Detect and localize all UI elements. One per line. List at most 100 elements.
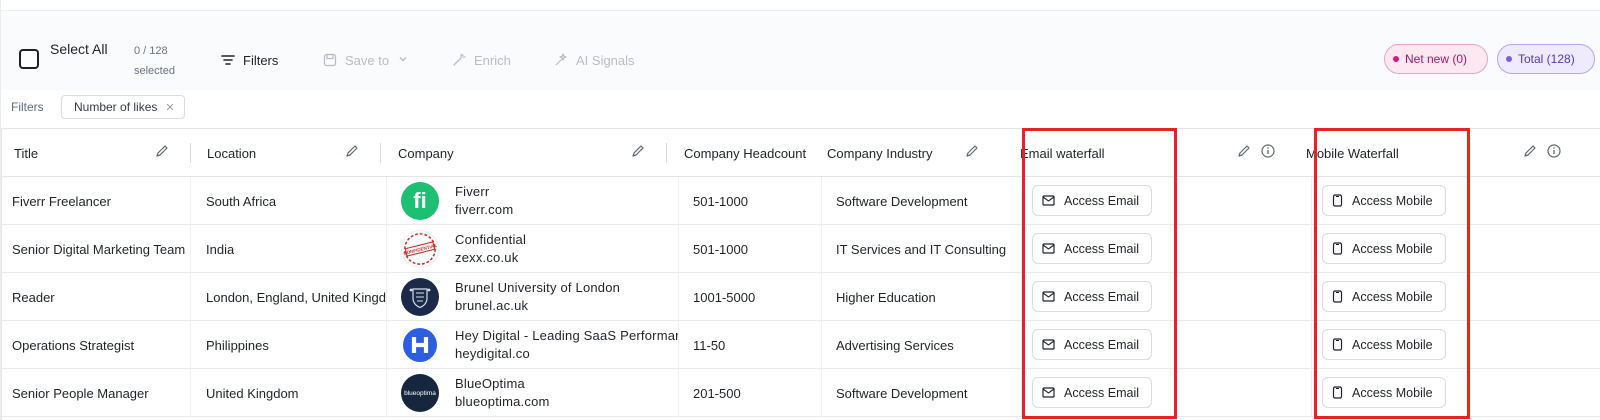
cell-location-text: India bbox=[206, 241, 235, 257]
cell-industry: IT Services and IT Consulting bbox=[822, 225, 1022, 273]
cell-headcount: 501-1000 bbox=[679, 225, 822, 273]
enrich-button[interactable]: Enrich bbox=[452, 50, 511, 70]
save-to-button[interactable]: Save to bbox=[323, 50, 411, 70]
access-mobile-label: Access Mobile bbox=[1352, 385, 1433, 400]
cell-company[interactable]: CONFIDENTIAL Confidential zexx.co.uk bbox=[387, 225, 679, 273]
select-all-checkbox[interactable] bbox=[19, 49, 39, 69]
table-row[interactable]: Senior People Manager United Kingdom blu… bbox=[2, 369, 1600, 417]
edit-mobile-column-icon[interactable] bbox=[1522, 143, 1538, 159]
close-icon[interactable]: ✕ bbox=[165, 101, 174, 114]
cell-headcount-text: 201-500 bbox=[693, 385, 741, 401]
column-header-location-label: Location bbox=[207, 145, 257, 161]
cell-company[interactable]: Brunel University of London brunel.ac.uk bbox=[387, 273, 679, 321]
phone-icon bbox=[1332, 194, 1343, 207]
table-row[interactable]: Operations Strategist Philippines Hey Di… bbox=[2, 321, 1600, 369]
column-header-title-label: Title bbox=[14, 145, 39, 161]
access-mobile-label: Access Mobile bbox=[1352, 289, 1433, 304]
access-email-label: Access Email bbox=[1064, 385, 1140, 400]
access-mobile-button[interactable]: Access Mobile bbox=[1322, 377, 1446, 408]
net-new-label: Net new (0) bbox=[1405, 52, 1468, 66]
company-name: Confidential bbox=[455, 232, 527, 247]
ai-signals-button[interactable]: AI Signals bbox=[554, 50, 635, 70]
access-email-button[interactable]: Access Email bbox=[1032, 329, 1153, 360]
edit-title-column-icon[interactable] bbox=[154, 143, 170, 159]
cell-title-text: Senior People Manager bbox=[12, 385, 149, 401]
filter-chip-label: Number of likes bbox=[74, 100, 158, 114]
total-pill[interactable]: Total (128) bbox=[1497, 44, 1595, 74]
column-divider[interactable] bbox=[190, 143, 191, 163]
brunel-logo bbox=[401, 278, 439, 316]
column-header-email-waterfall[interactable]: Email waterfall bbox=[1008, 129, 1208, 177]
access-mobile-button[interactable]: Access Mobile bbox=[1322, 329, 1446, 360]
select-all-label[interactable]: Select All bbox=[50, 38, 110, 60]
edit-email-column-icon[interactable] bbox=[1236, 143, 1252, 159]
access-email-button[interactable]: Access Email bbox=[1032, 377, 1153, 408]
cell-industry-text: Software Development bbox=[836, 385, 968, 401]
info-icon[interactable] bbox=[1546, 143, 1562, 159]
cell-title-text: Fiverr Freelancer bbox=[12, 193, 111, 209]
total-dot bbox=[1506, 56, 1512, 62]
company-domain: heydigital.co bbox=[455, 346, 530, 361]
envelope-icon bbox=[1042, 195, 1055, 206]
company-name: Hey Digital - Leading SaaS Performance bbox=[455, 328, 679, 343]
info-icon[interactable] bbox=[1260, 143, 1276, 159]
column-header-headcount[interactable]: Company Headcount bbox=[672, 129, 812, 177]
cell-headcount: 1001-5000 bbox=[679, 273, 822, 321]
cell-headcount-text: 1001-5000 bbox=[693, 289, 756, 305]
phone-icon bbox=[1332, 242, 1343, 255]
chevron-down-icon bbox=[397, 53, 411, 67]
column-divider[interactable] bbox=[380, 143, 381, 163]
table-row[interactable]: Senior Digital Marketing Team India CONF… bbox=[2, 225, 1600, 273]
access-mobile-button[interactable]: Access Mobile bbox=[1322, 233, 1446, 264]
filter-chip-number-of-likes[interactable]: Number of likes ✕ bbox=[61, 95, 185, 119]
cell-mobile: Access Mobile bbox=[1312, 225, 1600, 273]
net-new-pill[interactable]: Net new (0) bbox=[1384, 44, 1488, 74]
edit-location-column-icon[interactable] bbox=[344, 143, 360, 159]
access-mobile-button[interactable]: Access Mobile bbox=[1322, 281, 1446, 312]
filters-row-label: Filters bbox=[11, 100, 44, 114]
filters-button[interactable]: Filters bbox=[221, 50, 278, 70]
cell-company[interactable]: Hey Digital - Leading SaaS Performance h… bbox=[387, 321, 679, 369]
company-name: Fiverr bbox=[455, 184, 490, 199]
cell-email: Access Email bbox=[1022, 177, 1312, 225]
cell-email: Access Email bbox=[1022, 369, 1312, 417]
column-header-company[interactable]: Company bbox=[386, 129, 666, 177]
cell-title: Senior People Manager bbox=[2, 369, 191, 417]
cell-headcount-text: 501-1000 bbox=[693, 193, 748, 209]
access-email-button[interactable]: Access Email bbox=[1032, 185, 1153, 216]
cell-industry: Software Development bbox=[822, 369, 1022, 417]
company-info: Hey Digital - Leading SaaS Performance h… bbox=[455, 327, 679, 363]
cell-location: South Africa bbox=[191, 177, 387, 225]
company-info: Fiverr fiverr.com bbox=[455, 183, 513, 219]
cell-location: Philippines bbox=[191, 321, 387, 369]
access-mobile-label: Access Mobile bbox=[1352, 241, 1433, 256]
access-mobile-label: Access Mobile bbox=[1352, 337, 1433, 352]
column-header-mobile-waterfall[interactable]: Mobile Waterfall bbox=[1294, 129, 1494, 177]
selected-count-label: selected bbox=[134, 65, 175, 77]
cell-headcount: 11-50 bbox=[679, 321, 822, 369]
phone-icon bbox=[1332, 338, 1343, 351]
cell-company[interactable]: blueoptima BlueOptima blueoptima.com bbox=[387, 369, 679, 417]
column-divider[interactable] bbox=[666, 143, 667, 163]
cell-title-text: Operations Strategist bbox=[12, 337, 135, 353]
fiverr-logo-text: fi bbox=[413, 188, 427, 213]
cell-location-text: South Africa bbox=[206, 193, 277, 209]
table-row[interactable]: Fiverr Freelancer South Africa fi Fiverr… bbox=[2, 177, 1600, 225]
column-header-industry-label: Company Industry bbox=[827, 145, 933, 161]
cell-company[interactable]: fi Fiverr fiverr.com bbox=[387, 177, 679, 225]
cell-email: Access Email bbox=[1022, 273, 1312, 321]
cell-headcount-text: 11-50 bbox=[693, 337, 726, 353]
edit-industry-column-icon[interactable] bbox=[964, 143, 980, 159]
access-email-label: Access Email bbox=[1064, 289, 1140, 304]
column-header-mobile-waterfall-label: Mobile Waterfall bbox=[1306, 145, 1399, 161]
edit-company-column-icon[interactable] bbox=[630, 143, 646, 159]
cell-location: United Kingdom bbox=[191, 369, 387, 417]
access-email-button[interactable]: Access Email bbox=[1032, 233, 1153, 264]
table-row[interactable]: Reader London, England, United Kingdom B… bbox=[2, 273, 1600, 321]
access-email-button[interactable]: Access Email bbox=[1032, 281, 1153, 312]
cell-location-text: Philippines bbox=[206, 337, 269, 353]
access-mobile-button[interactable]: Access Mobile bbox=[1322, 185, 1446, 216]
cell-industry-text: Advertising Services bbox=[836, 337, 954, 353]
cell-mobile: Access Mobile bbox=[1312, 321, 1600, 369]
heydigital-icon bbox=[403, 328, 437, 362]
